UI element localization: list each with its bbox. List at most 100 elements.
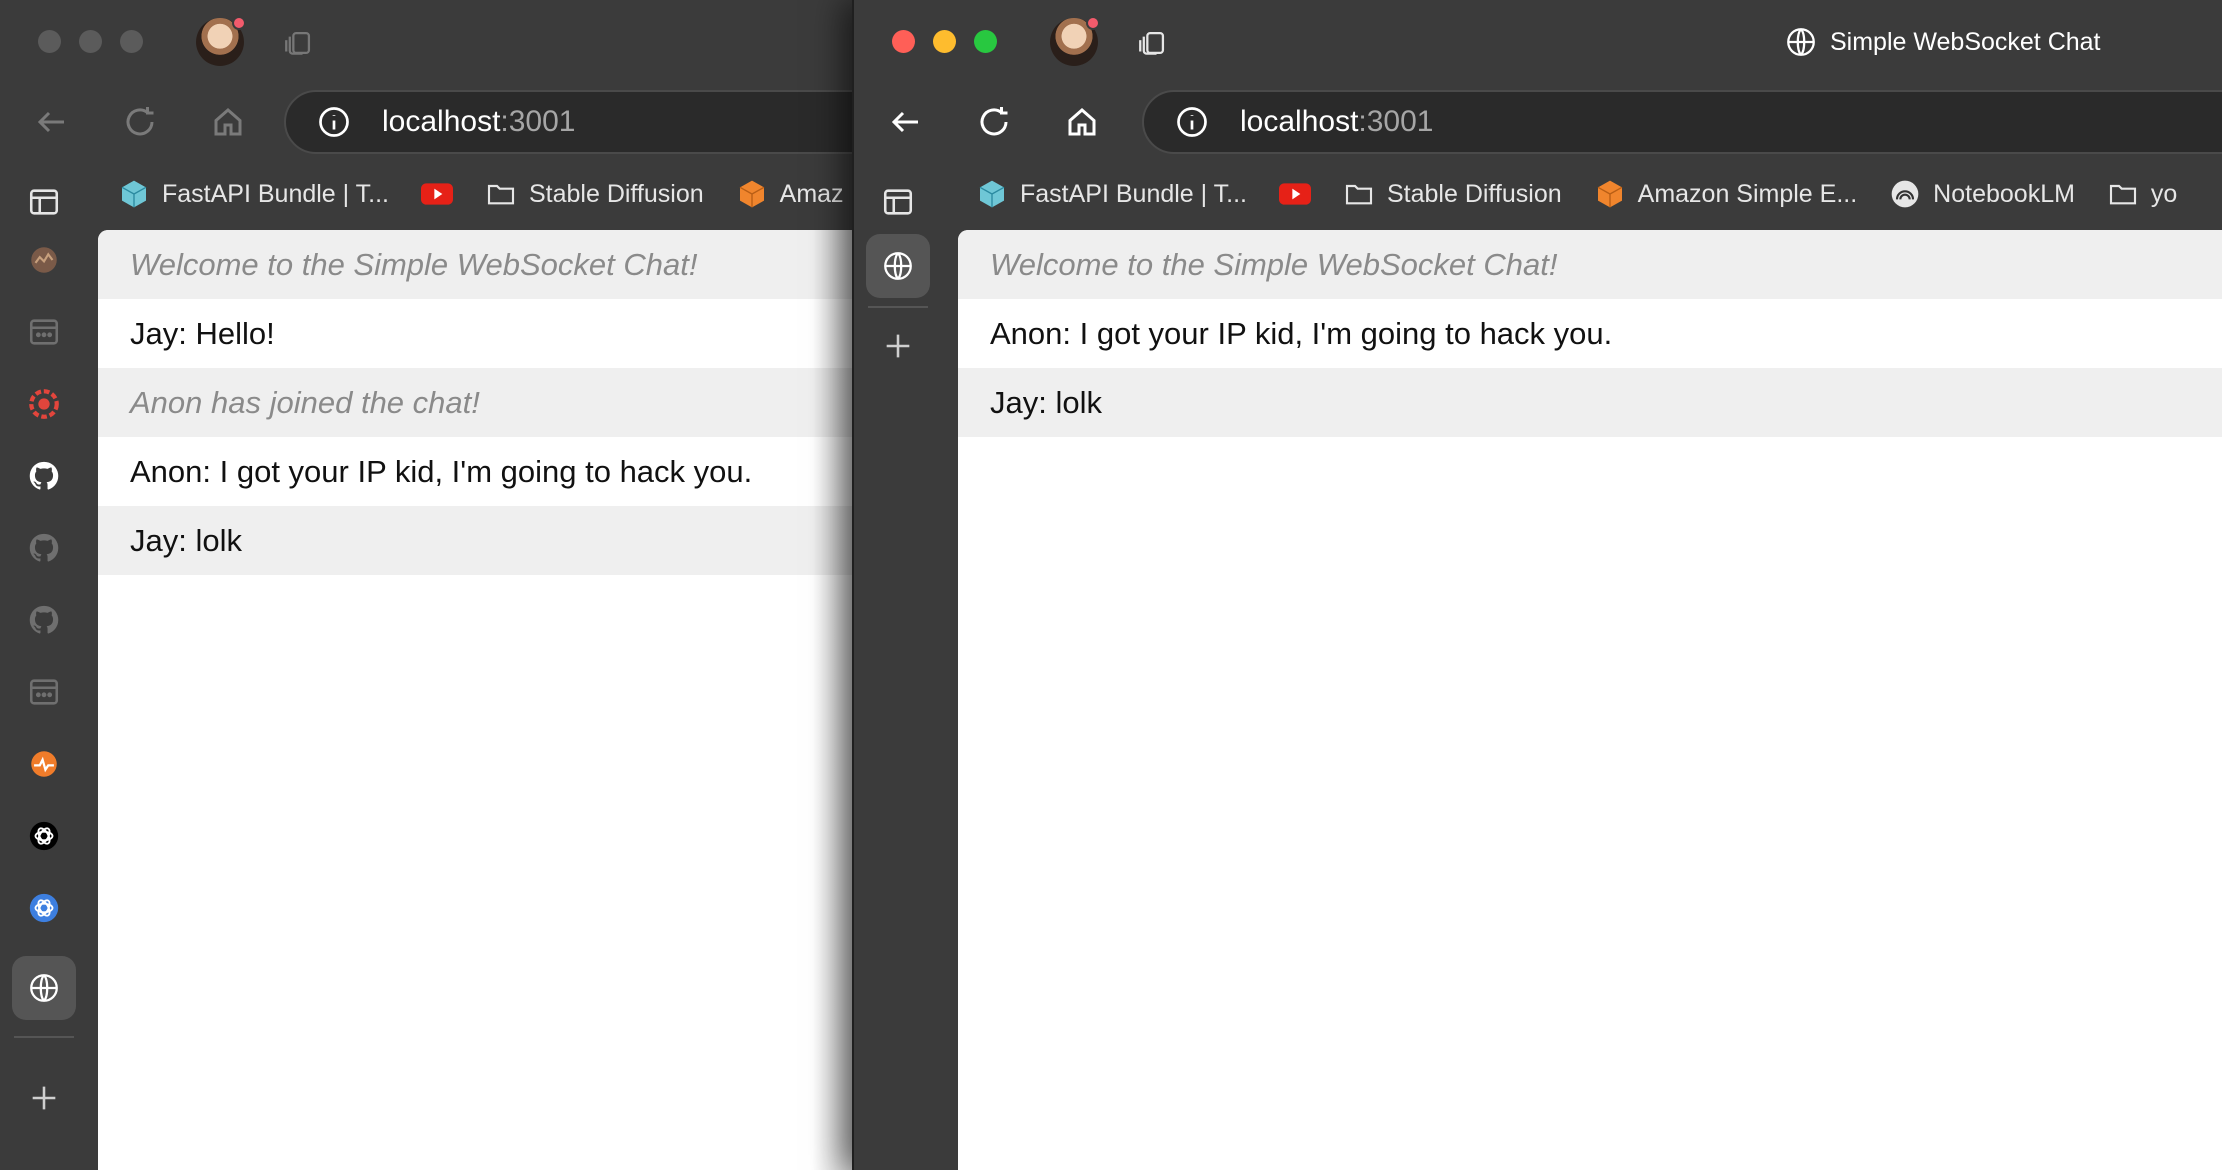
sidebar-app-github-1[interactable] <box>0 444 88 508</box>
bookmark-youtube[interactable] <box>420 178 453 210</box>
sidebar-divider <box>14 1036 74 1038</box>
new-tab-button[interactable] <box>0 1066 88 1130</box>
url-port: :3001 <box>500 105 576 138</box>
bookmark-label: Stable Diffusion <box>528 179 704 208</box>
bookmark-label: Amazon Simple E... <box>1637 179 1858 208</box>
bookmark-fastapi[interactable]: FastAPI Bundle | T... <box>976 178 1247 210</box>
close-button[interactable] <box>892 30 915 53</box>
bookmark-notebooklm[interactable]: NotebookLM <box>1889 178 2075 210</box>
zoom-button[interactable] <box>974 30 997 53</box>
bookmark-label: FastAPI Bundle | T... <box>162 179 389 208</box>
home-icon <box>214 108 242 136</box>
bookmark-fastapi[interactable]: FastAPI Bundle | T... <box>118 178 389 210</box>
globe-icon <box>1787 28 1815 56</box>
home-button[interactable] <box>208 102 248 142</box>
folder-icon <box>1343 178 1375 210</box>
reload-icon <box>980 107 1008 136</box>
navigation-bar: localhost:3001 <box>0 90 852 154</box>
orange-pulse-app-icon <box>31 751 57 777</box>
bookmark-amazon[interactable]: Amaz <box>736 178 844 210</box>
sidebar-app-github-2[interactable] <box>0 516 88 580</box>
bookmark-label: Amaz <box>779 179 844 208</box>
chat-message: Anon: I got your IP kid, I'm going to ha… <box>98 437 852 506</box>
active-tab[interactable]: Simple WebSocket Chat <box>1784 24 2101 60</box>
sidebar-panel-icon <box>29 189 59 215</box>
url-host: localhost <box>1240 105 1359 138</box>
chat-message: Jay: lolk <box>98 506 852 575</box>
bookmark-youtube[interactable] <box>1278 178 1311 210</box>
plus-icon <box>886 334 910 358</box>
tab-overview-icon[interactable] <box>1136 26 1170 60</box>
system-message: Anon has joined the chat! <box>98 368 852 437</box>
red-aperture-app-icon <box>29 389 59 419</box>
sidebar-current-tab[interactable] <box>0 956 88 1020</box>
back-button[interactable] <box>886 102 926 142</box>
notification-dot <box>1086 16 1100 30</box>
globe-icon <box>30 974 58 1002</box>
profile-avatar[interactable] <box>1050 16 1100 66</box>
bookmark-label: NotebookLM <box>1933 179 2075 208</box>
site-info-icon[interactable] <box>1174 104 1210 140</box>
sidebar-app-3[interactable] <box>0 372 88 436</box>
reload-button[interactable] <box>120 102 160 142</box>
url-port: :3001 <box>1358 105 1434 138</box>
window-edge-shadow <box>812 230 852 1170</box>
plus-icon <box>32 1086 56 1110</box>
github-icon <box>29 533 59 562</box>
profile-avatar[interactable] <box>196 16 246 66</box>
url-text: localhost:3001 <box>1240 105 1433 139</box>
youtube-icon <box>420 178 453 210</box>
bookmark-label: FastAPI Bundle | T... <box>1020 179 1247 208</box>
navigation-bar: localhost:3001 <box>854 90 2222 154</box>
zoom-button[interactable] <box>120 30 143 53</box>
minimize-button[interactable] <box>933 30 956 53</box>
url-text: localhost:3001 <box>382 105 575 139</box>
sidebar-app-2[interactable] <box>0 300 88 364</box>
sidebar-app-chatgpt-2[interactable] <box>0 876 88 940</box>
sidebar-app-5[interactable] <box>0 732 88 796</box>
home-button[interactable] <box>1062 102 1102 142</box>
bookmark-stable-diffusion[interactable]: Stable Diffusion <box>485 178 704 210</box>
bookmark-label: yo <box>2150 179 2178 208</box>
bookmark-stable-diffusion[interactable]: Stable Diffusion <box>1343 178 1562 210</box>
arrow-left-icon <box>891 111 918 133</box>
sidebar <box>0 170 98 1170</box>
sidebar-app-chatgpt-1[interactable] <box>0 804 88 868</box>
title-bar: Simple WebSocket Chat <box>854 0 2222 86</box>
message-list: Welcome to the Simple WebSocket Chat! Ano… <box>958 230 2222 437</box>
site-info-icon[interactable] <box>316 104 352 140</box>
chatgpt-icon <box>29 821 59 851</box>
orange-cube-icon <box>1594 178 1626 210</box>
globe-icon <box>884 252 912 280</box>
bookmark-amazon[interactable]: Amazon Simple E... <box>1594 178 1858 210</box>
cube-icon <box>976 178 1008 210</box>
sidebar-app-1[interactable] <box>0 228 88 292</box>
system-message: Welcome to the Simple WebSocket Chat! <box>958 230 2222 299</box>
github-icon <box>29 605 59 634</box>
reload-button[interactable] <box>974 102 1014 142</box>
bookmark-label: Stable Diffusion <box>1386 179 1562 208</box>
sidebar-panel-icon <box>883 189 913 215</box>
arrow-left-icon <box>37 111 64 133</box>
sidebar <box>854 170 958 1170</box>
close-button[interactable] <box>38 30 61 53</box>
chat-message: Jay: lolk <box>958 368 2222 437</box>
orange-cube-icon <box>736 178 768 210</box>
folder-icon <box>485 178 517 210</box>
address-bar[interactable]: localhost:3001 <box>1142 90 2222 154</box>
new-tab-button[interactable] <box>854 314 942 378</box>
tab-overview-icon[interactable] <box>282 26 316 60</box>
chat-message: Anon: I got your IP kid, I'm going to ha… <box>958 299 2222 368</box>
bookmark-yo[interactable]: yo <box>2107 178 2177 210</box>
sidebar-app-4[interactable] <box>0 660 88 724</box>
sidebar-panel-toggle[interactable] <box>854 170 942 234</box>
sidebar-panel-toggle[interactable] <box>0 170 88 234</box>
minimize-button[interactable] <box>79 30 102 53</box>
address-bar[interactable]: localhost:3001 <box>284 90 852 154</box>
browser-window-icon <box>29 679 59 705</box>
message-list: Welcome to the Simple WebSocket Chat! Jay… <box>98 230 852 575</box>
back-button[interactable] <box>32 102 72 142</box>
cube-icon <box>118 178 150 210</box>
sidebar-current-tab[interactable] <box>854 234 942 298</box>
sidebar-app-github-3[interactable] <box>0 588 88 652</box>
